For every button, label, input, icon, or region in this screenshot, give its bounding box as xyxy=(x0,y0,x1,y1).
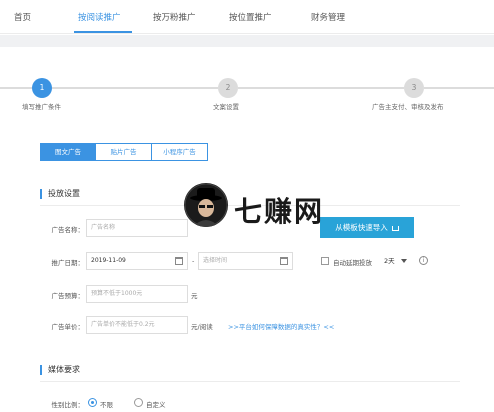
step-1-circle: 1 xyxy=(32,78,52,98)
section-divider xyxy=(40,381,460,382)
step-3-label: 广告主支付、审核及发布 xyxy=(372,103,444,111)
ad-type-tabs: 图文广告 贴片广告 小程序广告 xyxy=(40,143,208,161)
info-icon[interactable]: i xyxy=(419,256,428,265)
nav-item-home[interactable]: 首页 xyxy=(14,11,31,23)
data-authenticity-link[interactable]: >>平台如何保障数据的真实性？<< xyxy=(228,321,334,331)
nav-item-finance[interactable]: 财务管理 xyxy=(311,11,345,23)
price-input[interactable]: 广告单价不能低于0.2元 xyxy=(86,316,188,334)
top-navigation: 首页 按阅读推广 按万粉推广 按位置推广 财务管理 xyxy=(0,0,494,34)
price-label: 广告单价： xyxy=(51,323,85,331)
start-date-input[interactable]: 2019-11-09 xyxy=(86,252,188,270)
start-date-value: 2019-11-09 xyxy=(91,257,126,264)
nav-item-fans-promotion[interactable]: 按万粉推广 xyxy=(153,11,196,23)
budget-label: 广告预算： xyxy=(51,292,85,300)
watermark-logo xyxy=(184,183,228,227)
auto-extend-checkbox[interactable] xyxy=(321,257,329,265)
import-from-template-button[interactable]: 从模板快速导入 xyxy=(320,217,414,238)
date-separator: - xyxy=(192,257,195,265)
calendar-icon xyxy=(175,257,183,265)
gender-label: 性别比例： xyxy=(51,401,85,409)
ad-name-label: 广告名称： xyxy=(51,226,85,234)
price-unit: 元/阅读 xyxy=(191,323,213,331)
end-date-placeholder: 选择时间 xyxy=(203,257,228,264)
step-connector xyxy=(238,87,404,89)
download-icon xyxy=(391,225,399,231)
header-separator-band xyxy=(0,35,494,47)
budget-unit: 元 xyxy=(191,292,198,300)
gender-custom-radio[interactable] xyxy=(134,398,143,407)
watermark-text: 七赚网 xyxy=(234,195,325,228)
section-title-placement: 投放设置 xyxy=(40,189,80,199)
ad-name-input[interactable]: 广告名称 xyxy=(86,219,188,237)
hat-man-icon xyxy=(184,183,228,227)
step-2-circle: 2 xyxy=(218,78,238,98)
tab-image-text-ad[interactable]: 图文广告 xyxy=(40,143,96,161)
active-nav-indicator xyxy=(74,31,132,33)
nav-item-position-promotion[interactable]: 按位置推广 xyxy=(229,11,272,23)
step-2-label: 文案设置 xyxy=(213,103,239,111)
tab-mini-program-ad[interactable]: 小程序广告 xyxy=(152,143,208,161)
step-1-label: 填写推广条件 xyxy=(22,103,61,111)
section-title-media: 媒体要求 xyxy=(40,365,80,375)
gender-custom-label: 自定义 xyxy=(146,401,166,409)
step-3-circle: 3 xyxy=(404,78,424,98)
extend-days-value: 2天 xyxy=(384,257,395,265)
nav-item-read-promotion[interactable]: 按阅读推广 xyxy=(78,11,121,23)
step-connector xyxy=(424,87,494,89)
calendar-icon xyxy=(280,257,288,265)
extend-days-select[interactable]: 2天 xyxy=(384,254,407,268)
step-connector xyxy=(52,87,218,89)
tab-patch-ad[interactable]: 贴片广告 xyxy=(96,143,152,161)
gender-unlimited-label: 不限 xyxy=(100,401,113,409)
watermark: 七赚网 xyxy=(184,183,322,229)
chevron-down-icon xyxy=(400,259,407,263)
auto-extend-label: 自动延期投放 xyxy=(333,259,372,267)
budget-input[interactable]: 预算不低于1000元 xyxy=(86,285,188,303)
end-date-input[interactable]: 选择时间 xyxy=(198,252,293,270)
gender-unlimited-radio[interactable] xyxy=(88,398,97,407)
date-label: 推广日期： xyxy=(51,259,85,267)
import-button-label: 从模板快速导入 xyxy=(335,223,388,232)
